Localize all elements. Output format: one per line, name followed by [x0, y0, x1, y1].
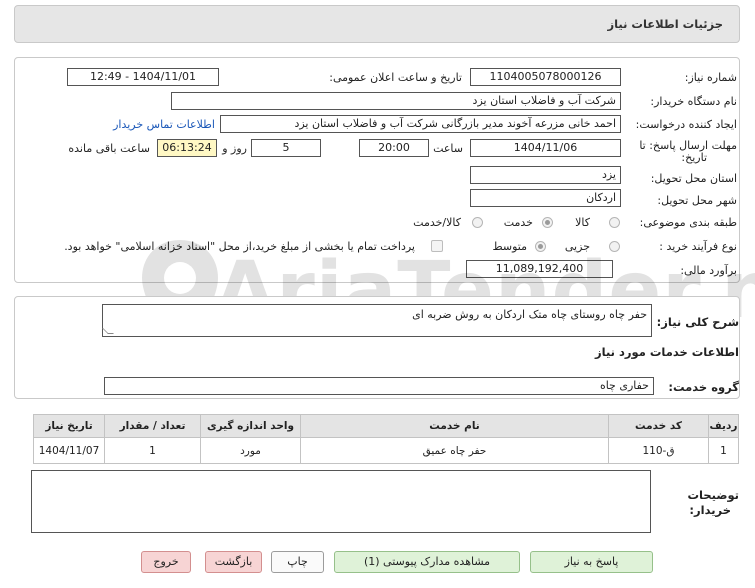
- remaining-days-field: 5: [251, 139, 321, 157]
- cell-service-name: حفر چاه عمیق: [300, 437, 609, 464]
- process-label: نوع فرآیند خرید :: [659, 240, 737, 253]
- deadline-time-field: 20:00: [359, 139, 429, 157]
- print-button[interactable]: چاپ: [271, 551, 324, 573]
- category-radio-service[interactable]: [542, 217, 553, 228]
- page-title: جزئیات اطلاعات نیاز: [607, 17, 723, 31]
- exit-button[interactable]: خروج: [141, 551, 191, 573]
- announce-date-label: تاریخ و ساعت اعلان عمومی:: [329, 71, 462, 84]
- services-table: ردیف کد خدمت نام خدمت واحد اندازه گیری ت…: [33, 414, 739, 464]
- cell-service-code: ق-110: [608, 437, 709, 464]
- requester-field: احمد خانی مزرعه آخوند مدیر بازرگانی شرکت…: [220, 115, 621, 133]
- requester-label: ایجاد کننده درخواست:: [635, 118, 737, 131]
- buyer-org-label: نام دستگاه خریدار:: [650, 95, 737, 108]
- need-number-field: 1104005078000126: [470, 68, 621, 86]
- category-option-service: خدمت: [503, 216, 533, 229]
- budget-field: 11,089,192,400: [466, 260, 613, 278]
- announce-date-field: 1404/11/01 - 12:49: [67, 68, 219, 86]
- reply-button[interactable]: پاسخ به نیاز: [530, 551, 653, 573]
- col-quantity: تعداد / مقدار: [104, 414, 201, 438]
- deadline-time-label: ساعت: [433, 142, 463, 155]
- remaining-days-label: روز و: [222, 142, 247, 155]
- treasury-checkbox[interactable]: [431, 240, 443, 252]
- category-radio-goods-service[interactable]: [472, 217, 483, 228]
- remaining-time-label: ساعت باقی مانده: [68, 142, 150, 155]
- summary-text: حفر چاه روستای چاه متک اردکان به روش ضرب…: [412, 308, 647, 321]
- process-option-minor: جزیی: [564, 240, 590, 253]
- category-option-goods: کالا: [575, 216, 590, 229]
- col-service-code: کد خدمت: [608, 414, 709, 438]
- summary-label: شرح کلی نیاز:: [656, 315, 739, 329]
- process-radio-medium[interactable]: [535, 241, 546, 252]
- buyer-contact-link[interactable]: اطلاعات تماس خریدار: [113, 118, 215, 131]
- deadline-date-field: 1404/11/06: [470, 139, 621, 157]
- cell-need-date: 1404/11/07: [33, 437, 105, 464]
- table-row: 1 ق-110 حفر چاه عمیق مورد 1 1404/11/07: [33, 437, 739, 464]
- col-row: ردیف: [708, 414, 739, 438]
- buyer-notes-textarea[interactable]: [31, 470, 651, 533]
- service-group-field: حفاری چاه: [104, 377, 654, 395]
- cell-unit: مورد: [200, 437, 301, 464]
- col-service-name: نام خدمت: [300, 414, 609, 438]
- buyer-org-field: شرکت آب و فاضلاب استان یزد: [171, 92, 621, 110]
- process-option-medium: متوسط: [492, 240, 527, 253]
- table-header-row: ردیف کد خدمت نام خدمت واحد اندازه گیری ت…: [33, 414, 739, 438]
- deadline-label-date: تاریخ:: [681, 151, 707, 164]
- services-section-title: اطلاعات خدمات مورد نیاز: [595, 345, 739, 359]
- summary-textarea[interactable]: حفر چاه روستای چاه متک اردکان به روش ضرب…: [102, 304, 652, 337]
- budget-label: برآورد مالی:: [680, 264, 737, 277]
- buyer-notes-label-2: خریدار:: [689, 503, 731, 517]
- col-need-date: تاریخ نیاز: [33, 414, 105, 438]
- city-label: شهر محل تحویل:: [657, 194, 737, 207]
- remaining-time-field: 06:13:24: [157, 139, 217, 157]
- treasury-note: پرداخت تمام یا بخشی از مبلغ خرید،از محل …: [64, 240, 415, 253]
- province-label: استان محل تحویل:: [650, 172, 737, 185]
- need-number-label: شماره نیاز:: [684, 71, 737, 84]
- category-label: طبقه بندی موضوعی:: [639, 216, 737, 229]
- category-option-goods-service: کالا/خدمت: [413, 216, 461, 229]
- resize-handle-icon[interactable]: [102, 328, 114, 334]
- page-header: جزئیات اطلاعات نیاز: [14, 5, 740, 43]
- service-group-label: گروه خدمت:: [668, 380, 739, 394]
- category-radio-goods[interactable]: [609, 217, 620, 228]
- col-unit: واحد اندازه گیری: [200, 414, 301, 438]
- province-field: یزد: [470, 166, 621, 184]
- cell-row: 1: [708, 437, 739, 464]
- process-radio-minor[interactable]: [609, 241, 620, 252]
- city-field: اردکان: [470, 189, 621, 207]
- back-button[interactable]: بازگشت: [205, 551, 262, 573]
- buyer-notes-label: توضیحات: [687, 488, 740, 502]
- view-documents-button[interactable]: مشاهده مدارک پیوستی (1): [334, 551, 520, 573]
- cell-quantity: 1: [104, 437, 201, 464]
